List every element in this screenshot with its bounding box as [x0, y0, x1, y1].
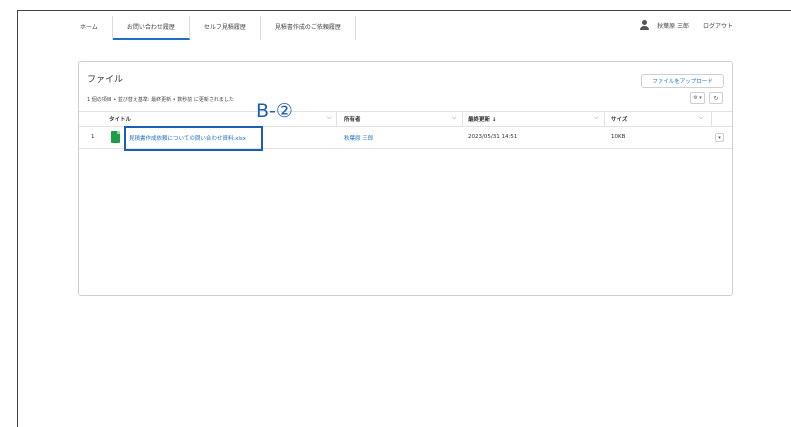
size-sort-chevron-icon[interactable]: ⌵: [699, 114, 704, 122]
header-title[interactable]: タイトル: [109, 115, 131, 123]
modified-sort-chevron-icon[interactable]: ⌵: [594, 114, 599, 122]
annotation-highlight-box: [124, 126, 263, 151]
table-header: タイトル ⌵ 所有者 ⌵ 最終更新 ↓ ⌵ サイズ ⌵: [79, 111, 732, 127]
panel-title: ファイル: [87, 75, 124, 85]
header-owner[interactable]: 所有者: [344, 115, 361, 123]
modified-date: 2023/05/31 14:51: [468, 134, 518, 140]
owner-sort-chevron-icon[interactable]: ⌵: [452, 114, 457, 122]
list-settings-gear-icon[interactable]: ⚙ ▾: [690, 92, 705, 104]
refresh-icon[interactable]: ↻: [709, 92, 723, 104]
files-panel: ファイル 1 個の項目 • 並び替え基準: 最終更新 • 数秒前 に更新されまし…: [78, 61, 733, 296]
logout-link[interactable]: ログアウト: [703, 21, 733, 30]
xlsx-file-icon: [111, 131, 120, 143]
user-icon: [639, 20, 649, 30]
owner-link[interactable]: 秋葉原 三郎: [344, 134, 373, 142]
header-size[interactable]: サイズ: [611, 115, 627, 123]
header-modified[interactable]: 最終更新 ↓: [468, 115, 497, 123]
annotation-label: B-②: [256, 100, 293, 122]
tab-inquiry-history[interactable]: お問い合わせ履歴: [112, 16, 190, 40]
row-actions-chevron-icon[interactable]: ▾: [715, 133, 724, 142]
upload-file-button[interactable]: ファイルをアップロード: [641, 74, 724, 88]
top-nav: ホーム お問い合わせ履歴 セルフ見積履歴 見積書作成のご依頼履歴: [72, 16, 356, 40]
tab-home[interactable]: ホーム: [72, 16, 113, 40]
title-sort-chevron-icon[interactable]: ⌵: [327, 114, 332, 122]
tab-estimate-request-history[interactable]: 見積書作成のご依頼履歴: [261, 16, 356, 40]
user-name[interactable]: 秋葉原 三郎: [657, 21, 689, 30]
list-meta-text: 1 個の項目 • 並び替え基準: 最終更新 • 数秒前 に更新されました: [87, 97, 234, 103]
tab-self-estimate-history[interactable]: セルフ見積履歴: [190, 16, 261, 40]
file-size: 10KB: [611, 134, 626, 140]
row-index: 1: [91, 134, 95, 140]
user-area: 秋葉原 三郎 ログアウト: [639, 20, 733, 30]
